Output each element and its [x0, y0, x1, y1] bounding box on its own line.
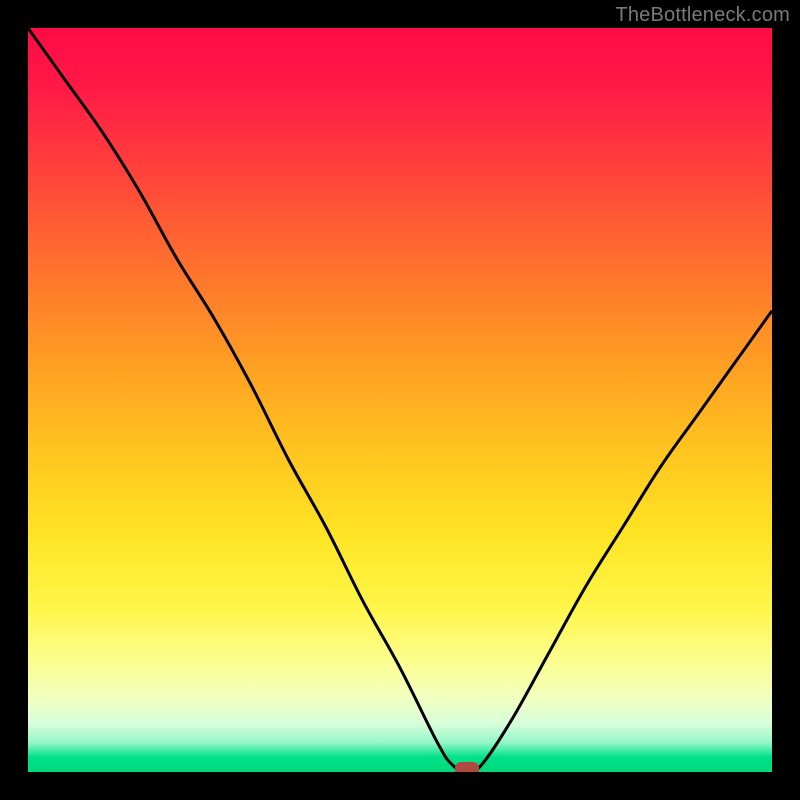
chart-svg [28, 28, 772, 772]
chart-frame: TheBottleneck.com [0, 0, 800, 800]
watermark-text: TheBottleneck.com [615, 4, 790, 27]
bottleneck-curve [28, 28, 772, 772]
plot-area [28, 28, 772, 772]
optimum-marker [455, 762, 479, 772]
